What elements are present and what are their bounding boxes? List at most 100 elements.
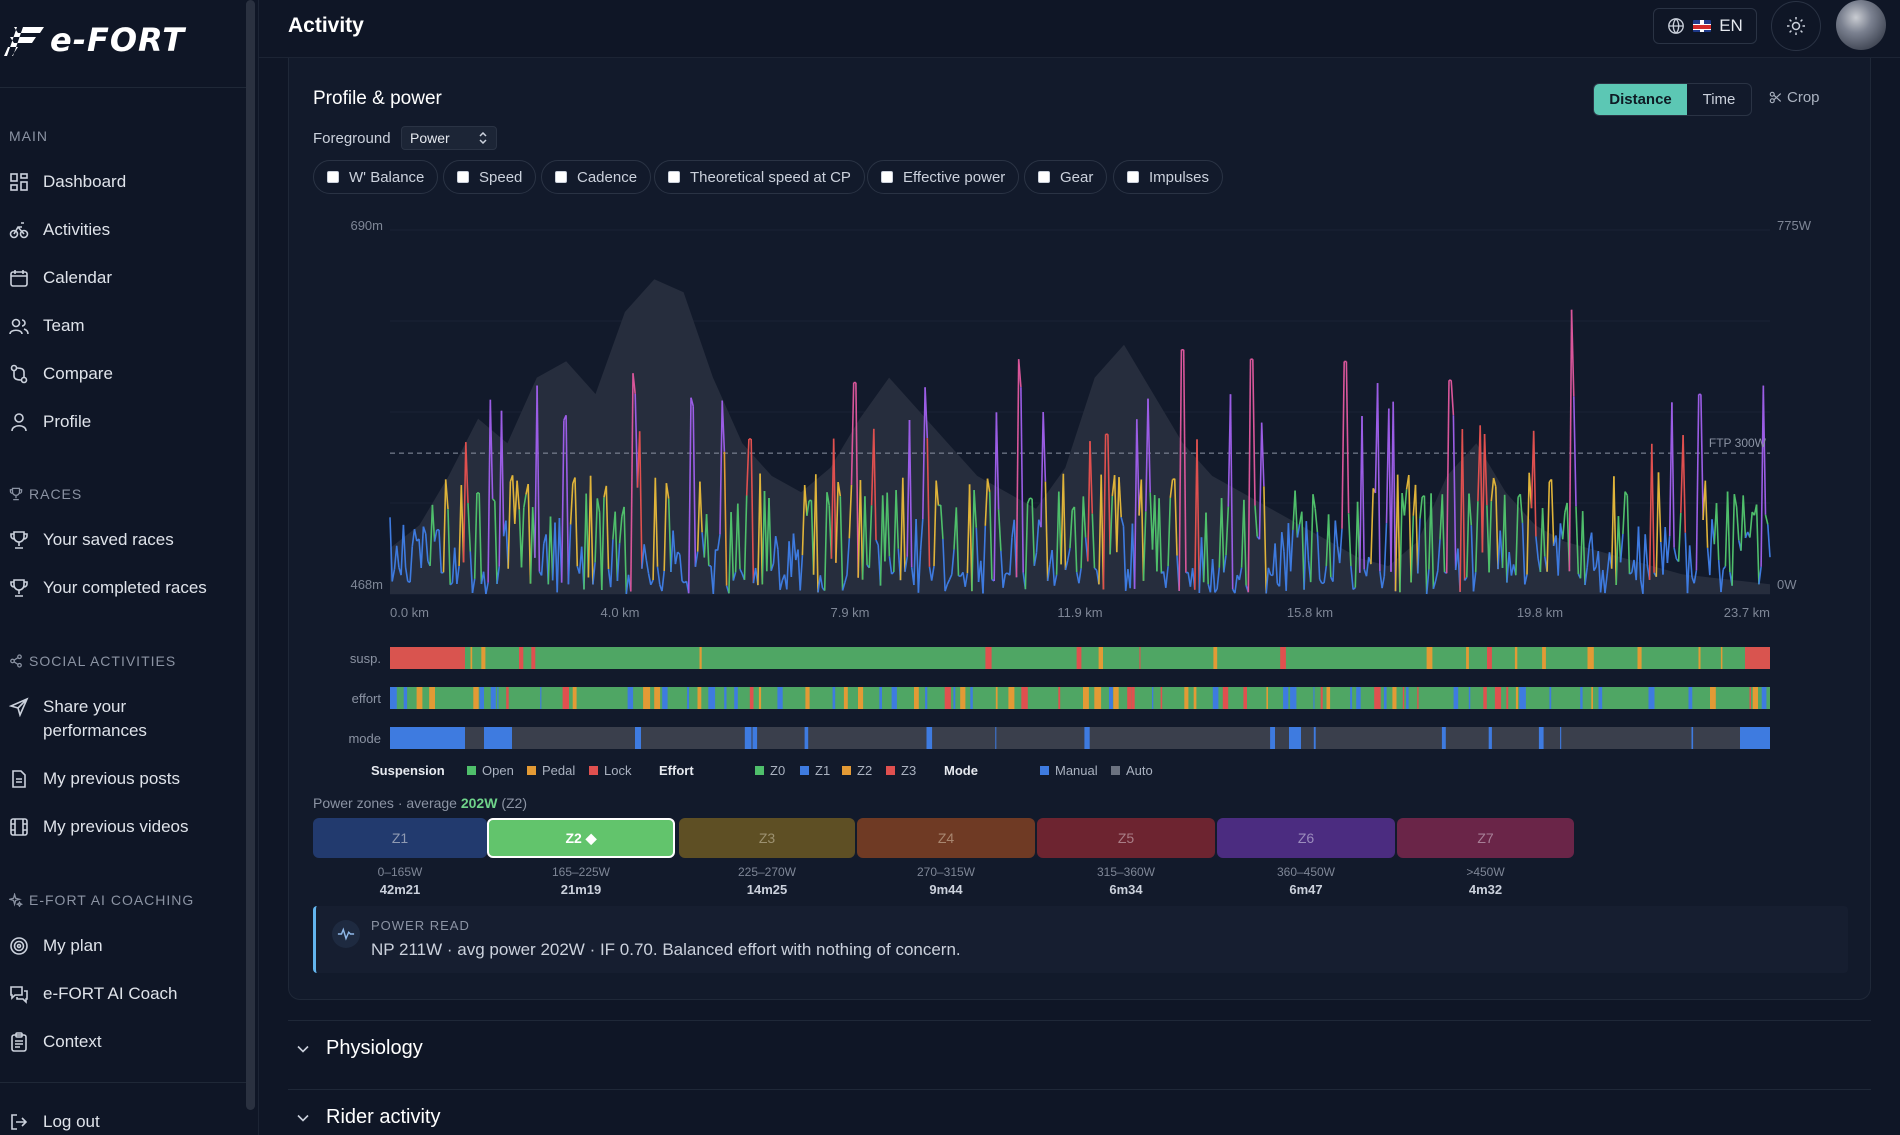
sidebar-item-activities[interactable]: Activities <box>9 218 245 242</box>
strip-segment <box>995 727 997 749</box>
physiology-accordion[interactable]: Physiology <box>288 1020 1871 1076</box>
pulse-icon <box>332 920 360 948</box>
strip-segment <box>1289 727 1301 749</box>
profile-power-chart[interactable]: FTP 300W 690m 468m 775W 0W 0.0 km 4.0 km 7… <box>289 58 1872 798</box>
legend-title: Mode <box>944 763 978 778</box>
rider-activity-accordion[interactable]: Rider activity <box>288 1089 1871 1135</box>
power-line-segment <box>1345 361 1350 514</box>
effort-strip-label: effort <box>352 691 382 706</box>
logo[interactable]: e-FORT <box>4 21 186 59</box>
strip-segment <box>1488 727 1492 749</box>
y-right-tick: 0W <box>1777 577 1797 592</box>
x-tick-label: 0.0 km <box>390 605 429 620</box>
power-zone-6[interactable]: Z6 <box>1217 818 1395 858</box>
logout-button[interactable]: Log out <box>9 1110 245 1134</box>
zone-range: 165–225W <box>551 865 611 879</box>
logout-icon <box>11 1114 28 1130</box>
strip-segment <box>1587 647 1594 669</box>
strip-segment <box>429 687 435 709</box>
strip-segment <box>1076 647 1082 669</box>
power-zone-3[interactable]: Z3 <box>679 818 855 858</box>
strip-segment <box>1058 687 1061 709</box>
strip-segment <box>1691 727 1694 749</box>
sidebar-item-team[interactable]: Team <box>9 314 245 338</box>
strip-segment <box>654 687 661 709</box>
power-line-segment <box>1671 402 1675 548</box>
power-zone-2[interactable]: Z2 ◆ <box>487 818 675 858</box>
globe-icon <box>1668 18 1685 34</box>
avatar[interactable] <box>1836 0 1886 50</box>
sidebar-item-compare[interactable]: Compare <box>9 362 245 386</box>
sidebar-item-ai-coach[interactable]: e-FORT AI Coach <box>9 982 245 1006</box>
user-icon <box>11 413 27 432</box>
sidebar-item-label: My previous videos <box>43 817 189 836</box>
legend-title: Suspension <box>371 763 445 778</box>
sidebar-item-saved-races[interactable]: Your saved races <box>9 528 245 552</box>
sidebar-border <box>258 0 259 1135</box>
strip-segment <box>777 687 783 709</box>
compare-icon <box>10 364 28 384</box>
power-read-panel: POWER READ NP 211W · avg power 202W · IF… <box>313 906 1848 973</box>
strip-segment <box>1745 647 1770 669</box>
sidebar-item-calendar[interactable]: Calendar <box>9 266 245 290</box>
legend-item: Z0 <box>770 763 785 778</box>
strip-segment <box>1021 687 1028 709</box>
y-left-tick: 690m <box>350 218 383 233</box>
power-line-segment <box>1376 383 1381 572</box>
zone-range: >450W <box>1466 865 1505 879</box>
strip-segment <box>1283 687 1289 709</box>
divider <box>0 87 248 88</box>
logo-text: e-FORT <box>50 21 186 59</box>
logout-label: Log out <box>43 1112 100 1131</box>
strip-segment <box>1560 727 1562 749</box>
power-line-segment <box>1682 435 1687 533</box>
sidebar-item-share[interactable]: Share your performances <box>9 695 245 743</box>
sidebar-item-label: Share your performances <box>43 697 147 740</box>
legend-item: Manual <box>1055 763 1098 778</box>
power-zone-4[interactable]: Z4 <box>857 818 1035 858</box>
legend-item: Z1 <box>815 763 830 778</box>
section-title-label: MAIN <box>9 128 48 144</box>
language-selector[interactable]: EN <box>1653 8 1757 44</box>
power-zone-7[interactable]: Z7 <box>1397 818 1574 858</box>
theme-toggle-button[interactable] <box>1771 1 1821 51</box>
strip-segment <box>995 687 998 709</box>
strip-segment <box>1749 687 1751 709</box>
sidebar-item-dashboard[interactable]: Dashboard <box>9 170 245 194</box>
strip-segment <box>944 687 951 709</box>
power-read-text: NP 211W · avg power 202W · IF 0.70. Bala… <box>371 940 961 959</box>
sidebar-item-completed-races[interactable]: Your completed races <box>9 576 245 600</box>
strip-segment <box>1094 687 1102 709</box>
power-line-segment <box>1314 508 1319 533</box>
zone-info: 0–165W 42m21 <box>313 864 487 899</box>
zone-info: 360–450W 6m47 <box>1217 864 1395 899</box>
strip-segment <box>1761 687 1767 709</box>
power-zones-prefix: Power zones · average <box>313 795 461 811</box>
sidebar-item-previous-posts[interactable]: My previous posts <box>9 767 245 791</box>
sidebar-item-profile[interactable]: Profile <box>9 410 245 434</box>
strip-segment <box>562 687 569 709</box>
share-icon <box>10 654 22 668</box>
sidebar-scrollbar[interactable] <box>246 0 255 1110</box>
power-zone-5[interactable]: Z5 <box>1037 818 1215 858</box>
power-line-segment <box>1644 534 1649 567</box>
power-zone-1[interactable]: Z1 <box>313 818 487 858</box>
strip-segment <box>925 687 928 709</box>
x-tick-label: 15.8 km <box>1287 605 1333 620</box>
sidebar-item-label: Your saved races <box>43 530 174 549</box>
strip-segment <box>1487 647 1492 669</box>
power-line-segment <box>1726 491 1731 573</box>
strip-segment <box>1740 727 1770 749</box>
sidebar-item-previous-videos[interactable]: My previous videos <box>9 815 245 839</box>
strip-segment <box>627 687 634 709</box>
strip-segment <box>1212 687 1219 709</box>
sidebar-item-context[interactable]: Context <box>9 1030 245 1054</box>
strip-segment <box>470 647 473 669</box>
strip-segment <box>1580 687 1583 709</box>
sidebar-item-my-plan[interactable]: My plan <box>9 934 245 958</box>
sidebar-item-label: Profile <box>43 412 92 431</box>
strip-segment <box>1426 647 1433 669</box>
power-line-segment <box>1657 472 1662 543</box>
zone-info: >450W 4m32 <box>1397 864 1574 899</box>
power-line-segment <box>1341 361 1345 529</box>
